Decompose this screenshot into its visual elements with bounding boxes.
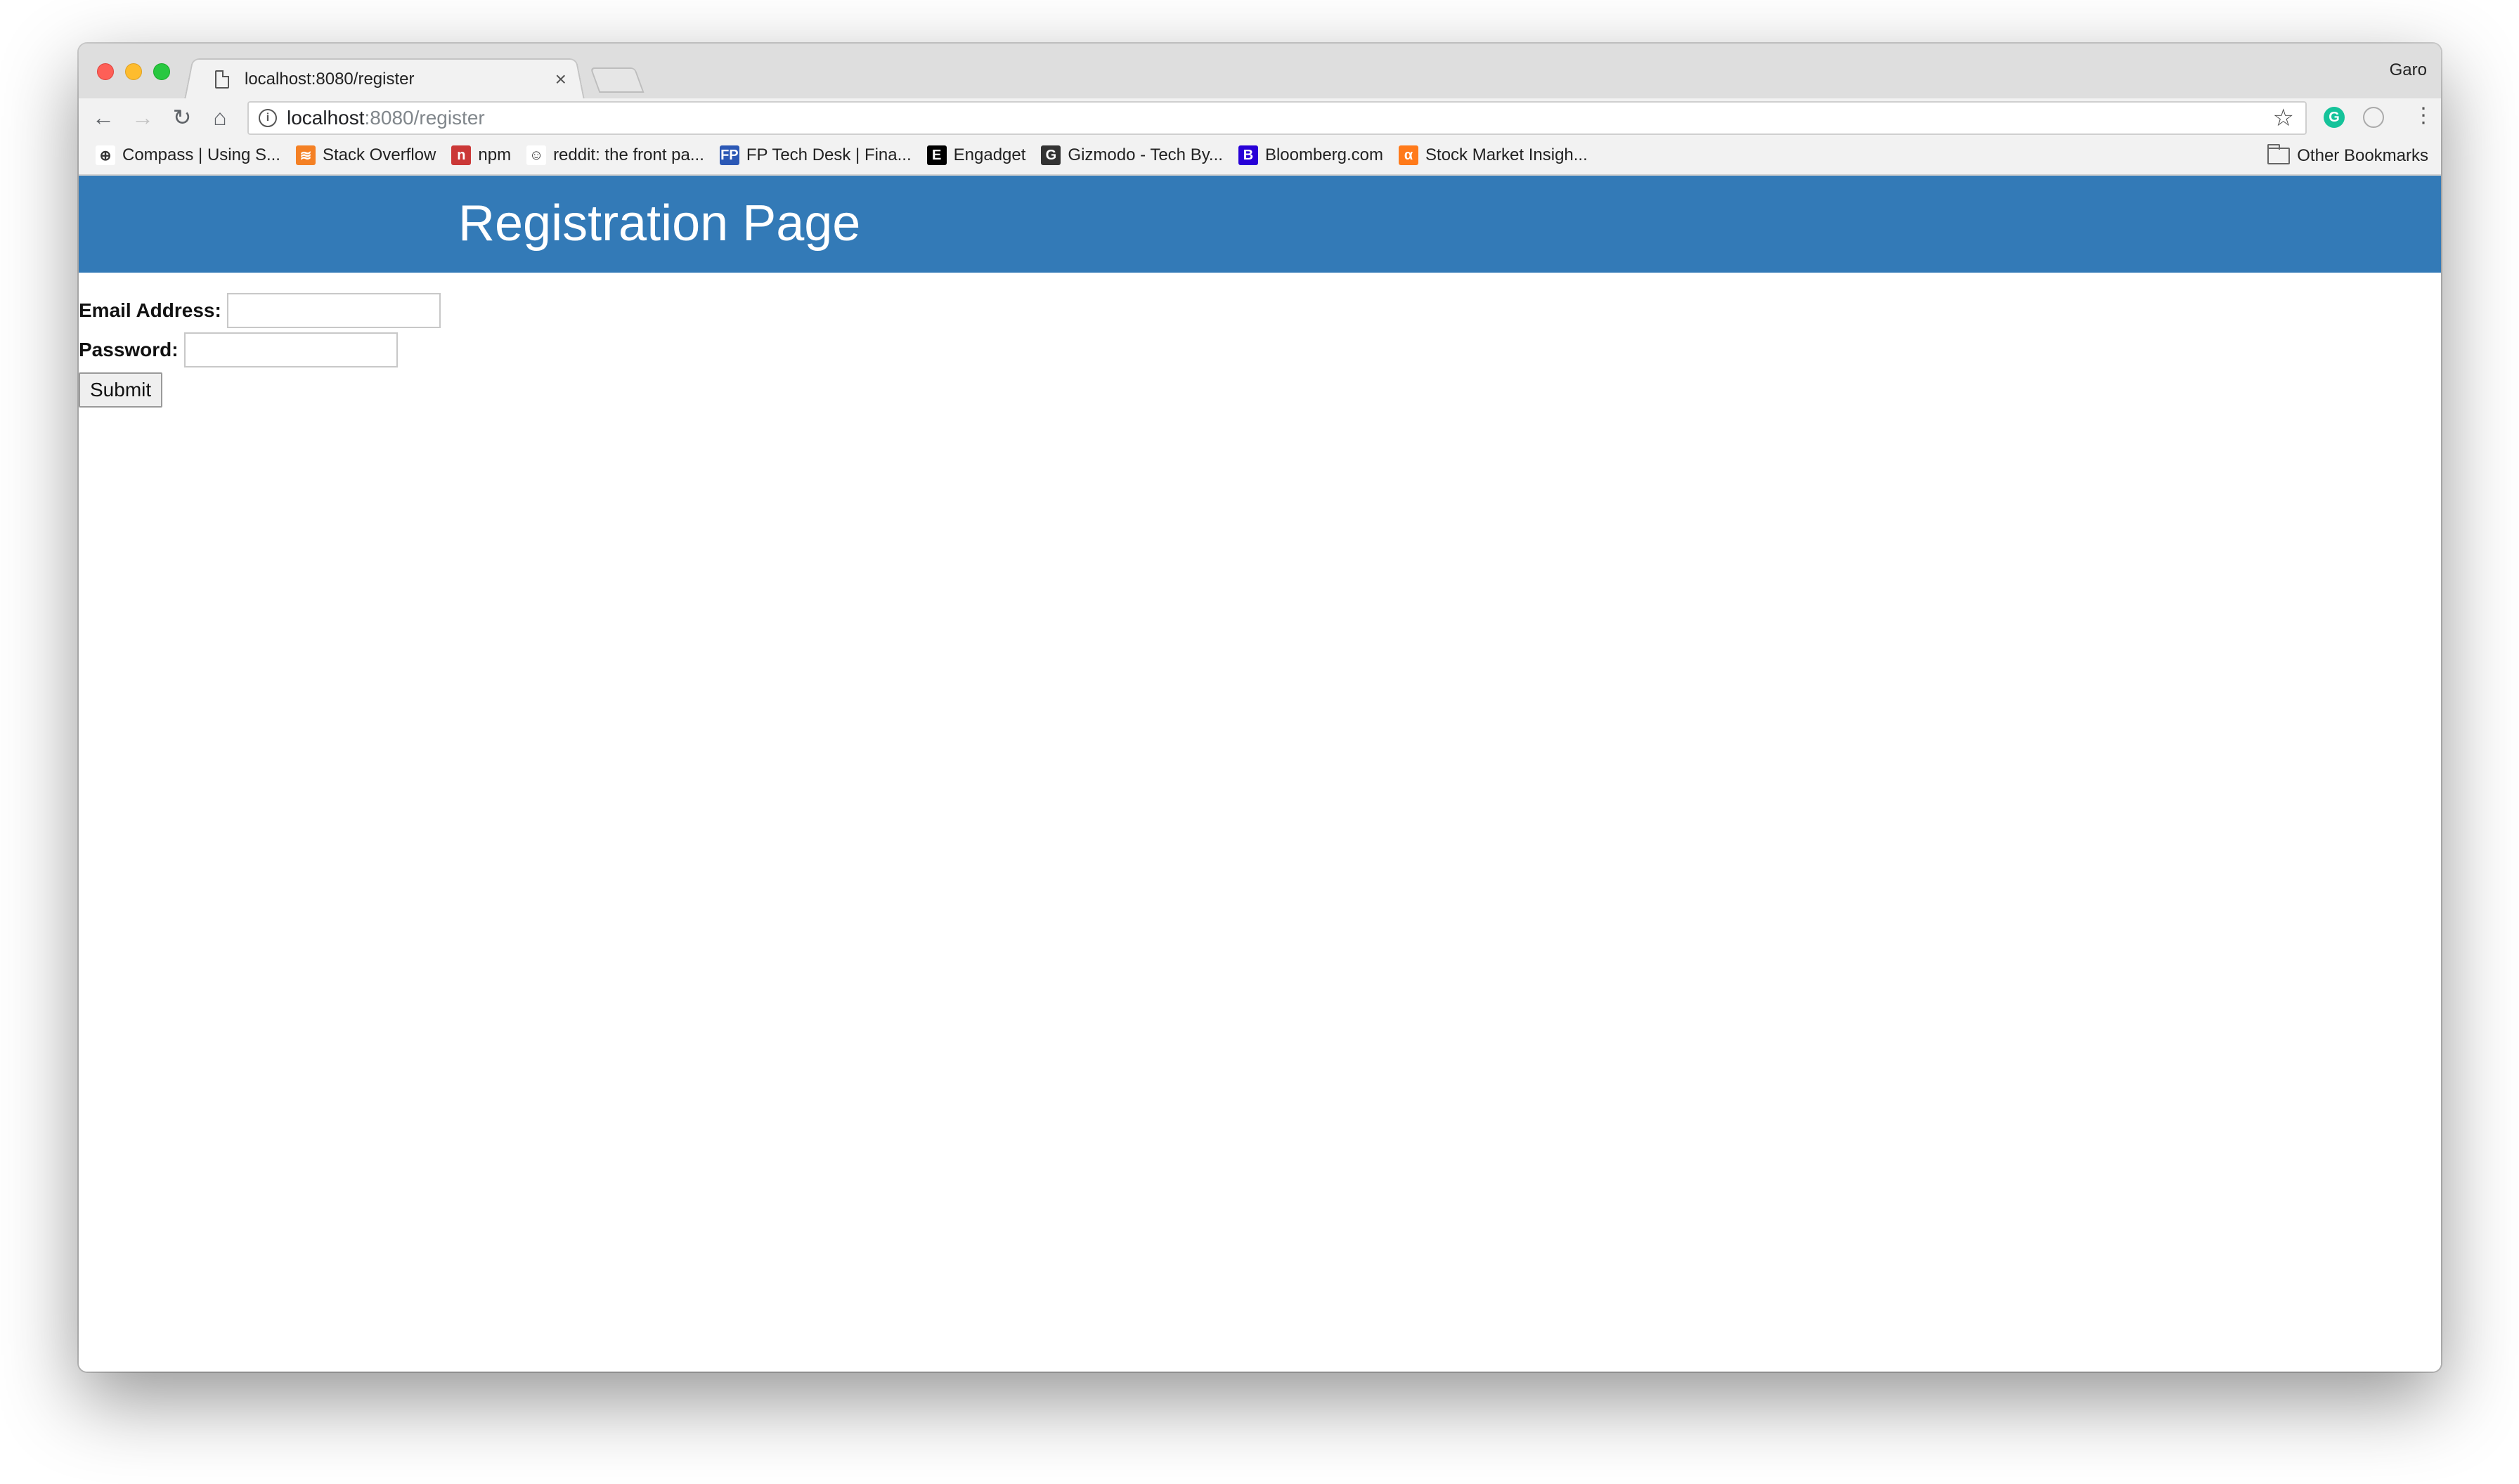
extension-icon[interactable] <box>2363 107 2384 128</box>
password-row: Password: <box>79 332 441 368</box>
compass-icon: ⊕ <box>96 145 115 165</box>
bookmark-item[interactable]: ⊕ Compass | Using S... <box>96 145 280 165</box>
tab-title: localhost:8080/register <box>245 70 415 89</box>
bookmark-item[interactable]: ☺ reddit: the front pa... <box>526 145 704 165</box>
page-title: Registration Page <box>458 195 861 252</box>
engadget-icon: E <box>926 145 947 165</box>
bookmark-item[interactable]: FP FP Tech Desk | Fina... <box>719 145 912 165</box>
reddit-icon: ☺ <box>526 145 547 165</box>
url-host: localhost <box>287 107 365 129</box>
stackoverflow-icon: ≋ <box>295 145 316 165</box>
bookmark-item[interactable]: E Engadget <box>926 145 1026 165</box>
bookmark-label: Compass | Using S... <box>122 145 280 164</box>
bookmark-item[interactable]: ≋ Stack Overflow <box>295 145 436 165</box>
browser-toolbar: ← → ↻ ⌂ i localhost:8080/register ☆ G ⋮ <box>79 98 2441 136</box>
page-viewport: Registration Page Email Address: Passwor… <box>79 176 2441 1372</box>
grammarly-extension-icon[interactable]: G <box>2324 107 2345 128</box>
folder-icon <box>2267 144 2291 164</box>
fp-icon: FP <box>719 145 739 165</box>
url-path: :8080/register <box>364 107 485 129</box>
bloomberg-icon: B <box>1238 145 1258 165</box>
other-bookmarks-button[interactable]: Other Bookmarks <box>2267 144 2428 166</box>
tab-strip: localhost:8080/register × Garo <box>79 44 2441 100</box>
bookmark-item[interactable]: B Bloomberg.com <box>1238 145 1383 165</box>
active-tab-content[interactable]: localhost:8080/register × <box>205 60 585 98</box>
email-label: Email Address: <box>79 299 221 321</box>
page-favicon-icon <box>215 70 229 89</box>
header-banner: Registration Page <box>79 176 2441 273</box>
bookmark-star-icon[interactable]: ☆ <box>2273 104 2294 132</box>
submit-button[interactable]: Submit <box>79 372 163 408</box>
reload-icon[interactable]: ↻ <box>167 103 197 132</box>
url-text[interactable]: localhost:8080/register <box>287 107 2273 129</box>
bookmarks-bar: ⊕ Compass | Using S... ≋ Stack Overflow n npm… <box>79 136 2441 176</box>
address-bar[interactable]: i localhost:8080/register ☆ <box>247 101 2307 135</box>
bookmark-label: Stock Market Insigh... <box>1425 145 1588 164</box>
forward-icon[interactable]: → <box>128 103 157 132</box>
bookmark-item[interactable]: n npm <box>451 145 511 165</box>
bookmark-label: Engadget <box>953 145 1026 164</box>
window-maximize-button[interactable] <box>153 63 170 80</box>
tab-close-icon[interactable]: × <box>555 70 566 89</box>
browser-menu-icon[interactable]: ⋮ <box>2413 105 2434 126</box>
home-icon[interactable]: ⌂ <box>205 103 235 132</box>
bookmark-label: npm <box>478 145 512 164</box>
window-minimize-button[interactable] <box>125 63 142 80</box>
other-bookmarks-label: Other Bookmarks <box>2297 146 2428 165</box>
window-close-button[interactable] <box>97 63 114 80</box>
email-row: Email Address: <box>79 292 441 329</box>
site-info-icon[interactable]: i <box>259 109 277 127</box>
password-field[interactable] <box>183 332 398 367</box>
email-field[interactable] <box>226 293 441 328</box>
bookmark-label: Bloomberg.com <box>1264 145 1384 164</box>
browser-window: localhost:8080/register × Garo ← → ↻ ⌂ i… <box>79 44 2441 1372</box>
registration-form: Email Address: Password: Submit <box>79 292 441 408</box>
gizmodo-icon: G <box>1041 145 1061 165</box>
password-label: Password: <box>79 339 179 360</box>
bookmark-label: Gizmodo - Tech By... <box>1068 145 1223 164</box>
profile-name[interactable]: Garo <box>2390 60 2427 80</box>
seekingalpha-icon: α <box>1399 145 1419 165</box>
bookmark-item[interactable]: G Gizmodo - Tech By... <box>1041 145 1223 165</box>
new-tab-button[interactable] <box>590 67 645 93</box>
bookmark-label: Stack Overflow <box>322 145 436 164</box>
bookmark-label: FP Tech Desk | Fina... <box>746 145 912 164</box>
back-icon[interactable]: ← <box>89 103 118 132</box>
npm-icon: n <box>451 145 472 165</box>
bookmark-item[interactable]: α Stock Market Insigh... <box>1399 145 1588 165</box>
bookmark-label: reddit: the front pa... <box>553 145 704 164</box>
